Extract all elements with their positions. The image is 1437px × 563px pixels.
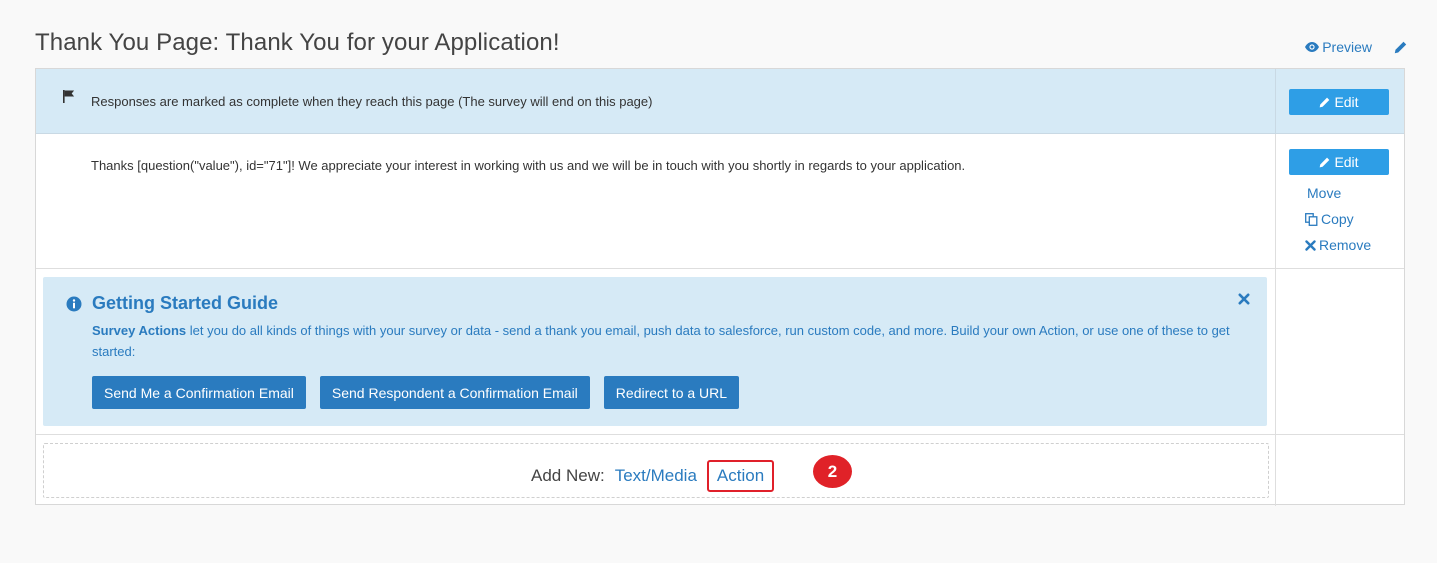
guide-desc-strong: Survey Actions	[92, 323, 187, 338]
guide-side-col	[1275, 269, 1404, 434]
send-me-confirmation-email-button[interactable]: Send Me a Confirmation Email	[92, 376, 306, 409]
completion-edit-button[interactable]: Edit	[1289, 89, 1389, 115]
close-icon	[1305, 239, 1316, 251]
preview-link[interactable]: Preview	[1305, 39, 1372, 55]
guide-close-button[interactable]	[1238, 292, 1250, 310]
text-block-side-col: Edit Move Copy Remove	[1275, 134, 1404, 268]
add-new-side-col	[1275, 435, 1404, 506]
close-icon	[1238, 293, 1250, 305]
guide-title: Getting Started Guide	[92, 293, 279, 313]
top-actions: Preview	[1305, 39, 1407, 55]
preview-label: Preview	[1322, 39, 1372, 55]
completion-row: Responses are marked as complete when th…	[36, 69, 1404, 134]
pencil-icon	[1320, 157, 1330, 167]
remove-link[interactable]: Remove	[1305, 232, 1371, 258]
add-action-link[interactable]: Action	[706, 460, 775, 492]
page-panel: Responses are marked as complete when th…	[35, 68, 1405, 506]
eye-icon	[1305, 42, 1320, 52]
copy-icon	[1305, 212, 1318, 226]
text-block-edit-button[interactable]: Edit	[1289, 149, 1389, 175]
info-icon	[66, 296, 82, 312]
completion-text: Responses are marked as complete when th…	[91, 94, 653, 109]
completion-side-col: Edit	[1275, 69, 1404, 133]
add-new-row: Add New: Text/Media Action 2	[36, 435, 1404, 506]
redirect-to-url-button[interactable]: Redirect to a URL	[603, 376, 740, 409]
step-badge: 2	[813, 455, 852, 488]
add-text-media-link[interactable]: Text/Media	[615, 466, 697, 486]
pencil-icon	[1320, 97, 1330, 107]
add-new-label: Add New:	[531, 466, 605, 485]
guide-desc-rest: let you do all kinds of things with your…	[92, 323, 1230, 359]
add-new-dropzone: Add New: Text/Media Action 2	[43, 443, 1269, 498]
pencil-icon	[1394, 41, 1407, 53]
guide-description: Survey Actions let you do all kinds of t…	[92, 320, 1252, 362]
text-block-row: Thanks [question("value"), id="71"]! We …	[36, 134, 1404, 269]
send-respondent-confirmation-email-button[interactable]: Send Respondent a Confirmation Email	[319, 376, 590, 409]
edit-page-pencil-button[interactable]	[1394, 41, 1407, 54]
guide-row: Getting Started Guide Survey Actions let…	[36, 269, 1404, 435]
copy-link[interactable]: Copy	[1305, 206, 1371, 232]
text-block-actions: Move Copy Remove	[1305, 180, 1371, 258]
getting-started-guide: Getting Started Guide Survey Actions let…	[43, 277, 1267, 426]
guide-buttons: Send Me a Confirmation Email Send Respon…	[92, 376, 740, 409]
page-title: Thank You Page: Thank You for your Appli…	[35, 29, 560, 56]
add-new-line: Add New: Text/Media Action	[531, 460, 775, 492]
flag-icon	[63, 90, 75, 103]
thank-you-text: Thanks [question("value"), id="71"]! We …	[91, 158, 966, 173]
move-link[interactable]: Move	[1305, 180, 1371, 206]
